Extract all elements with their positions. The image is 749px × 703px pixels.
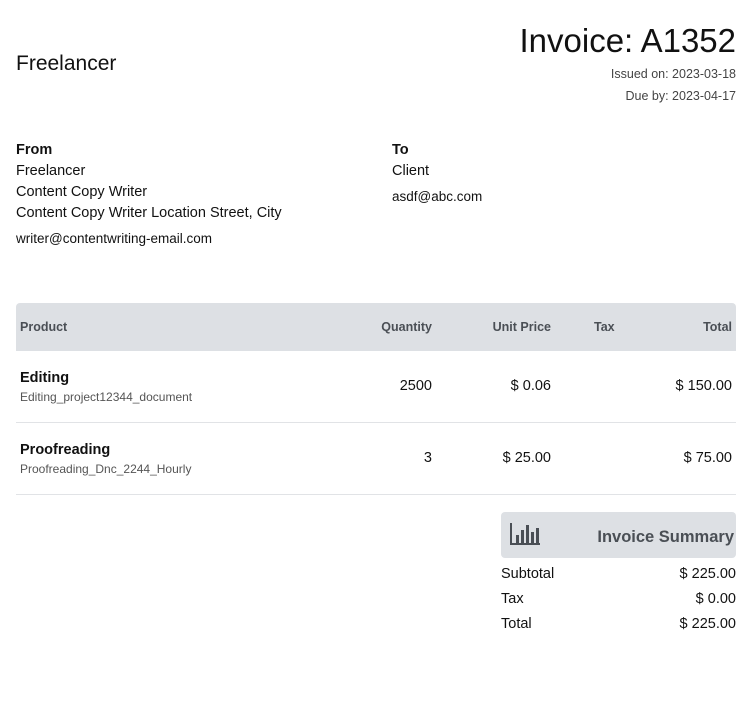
to-email: asdf@abc.com (392, 189, 483, 204)
header-product: Product (20, 320, 68, 334)
item-quantity: 3 (423, 450, 432, 466)
line-items-table: Product Quantity Unit Price Tax Total Ed… (16, 303, 736, 495)
invoice-title: Invoice: A1352 (519, 22, 737, 59)
subtotal-label: Subtotal (501, 566, 555, 582)
subtotal-value: $ 225.00 (679, 566, 736, 582)
from-address: Content Copy Writer Location Street, Cit… (16, 205, 282, 221)
table-row: Proofreading Proofreading_Dnc_2244_Hourl… (16, 423, 736, 495)
to-section: To Client asdf@abc.com (392, 140, 482, 207)
invoice-summary: Invoice Summary Subtotal $ 225.00 Tax $ … (501, 512, 736, 638)
item-description: Editing_project12344_document (20, 390, 193, 404)
table-row: Editing Editing_project12344_document 25… (16, 351, 736, 423)
to-name: Client (392, 163, 430, 179)
from-title: Content Copy Writer (16, 184, 148, 200)
due-date: Due by: 2023-04-17 (625, 89, 737, 103)
header-unit-price: Unit Price (492, 320, 551, 334)
item-unit-price: $ 25.00 (502, 450, 551, 466)
from-name: Freelancer (16, 163, 86, 179)
item-total: $ 150.00 (675, 378, 732, 394)
summary-header: Invoice Summary (501, 512, 736, 558)
from-section: From Freelancer Content Copy Writer Cont… (16, 140, 282, 249)
item-name: Proofreading (20, 442, 111, 458)
item-description: Proofreading_Dnc_2244_Hourly (20, 462, 192, 476)
issued-date: Issued on: 2023-03-18 (610, 67, 736, 81)
bar-chart-icon (510, 523, 540, 545)
item-quantity: 2500 (399, 378, 432, 394)
tax-label: Tax (501, 591, 524, 607)
item-total: $ 75.00 (683, 450, 732, 466)
summary-title: Invoice Summary (597, 528, 734, 546)
total-label: Total (501, 616, 532, 632)
total-value: $ 225.00 (679, 616, 736, 632)
header-quantity: Quantity (381, 320, 432, 334)
summary-subtotal-row: Subtotal $ 225.00 (501, 563, 736, 588)
header-tax: Tax (594, 320, 615, 334)
from-email: writer@contentwriting-email.com (16, 231, 213, 246)
summary-tax-row: Tax $ 0.00 (501, 588, 736, 613)
from-label: From (16, 142, 53, 158)
brand-name: Freelancer (16, 52, 117, 75)
header-total: Total (703, 320, 732, 334)
tax-value: $ 0.00 (695, 591, 736, 607)
table-header: Product Quantity Unit Price Tax Total (16, 303, 736, 351)
to-label: To (392, 142, 409, 158)
item-name: Editing (20, 370, 70, 386)
summary-total-row: Total $ 225.00 (501, 613, 736, 638)
item-unit-price: $ 0.06 (510, 378, 551, 394)
